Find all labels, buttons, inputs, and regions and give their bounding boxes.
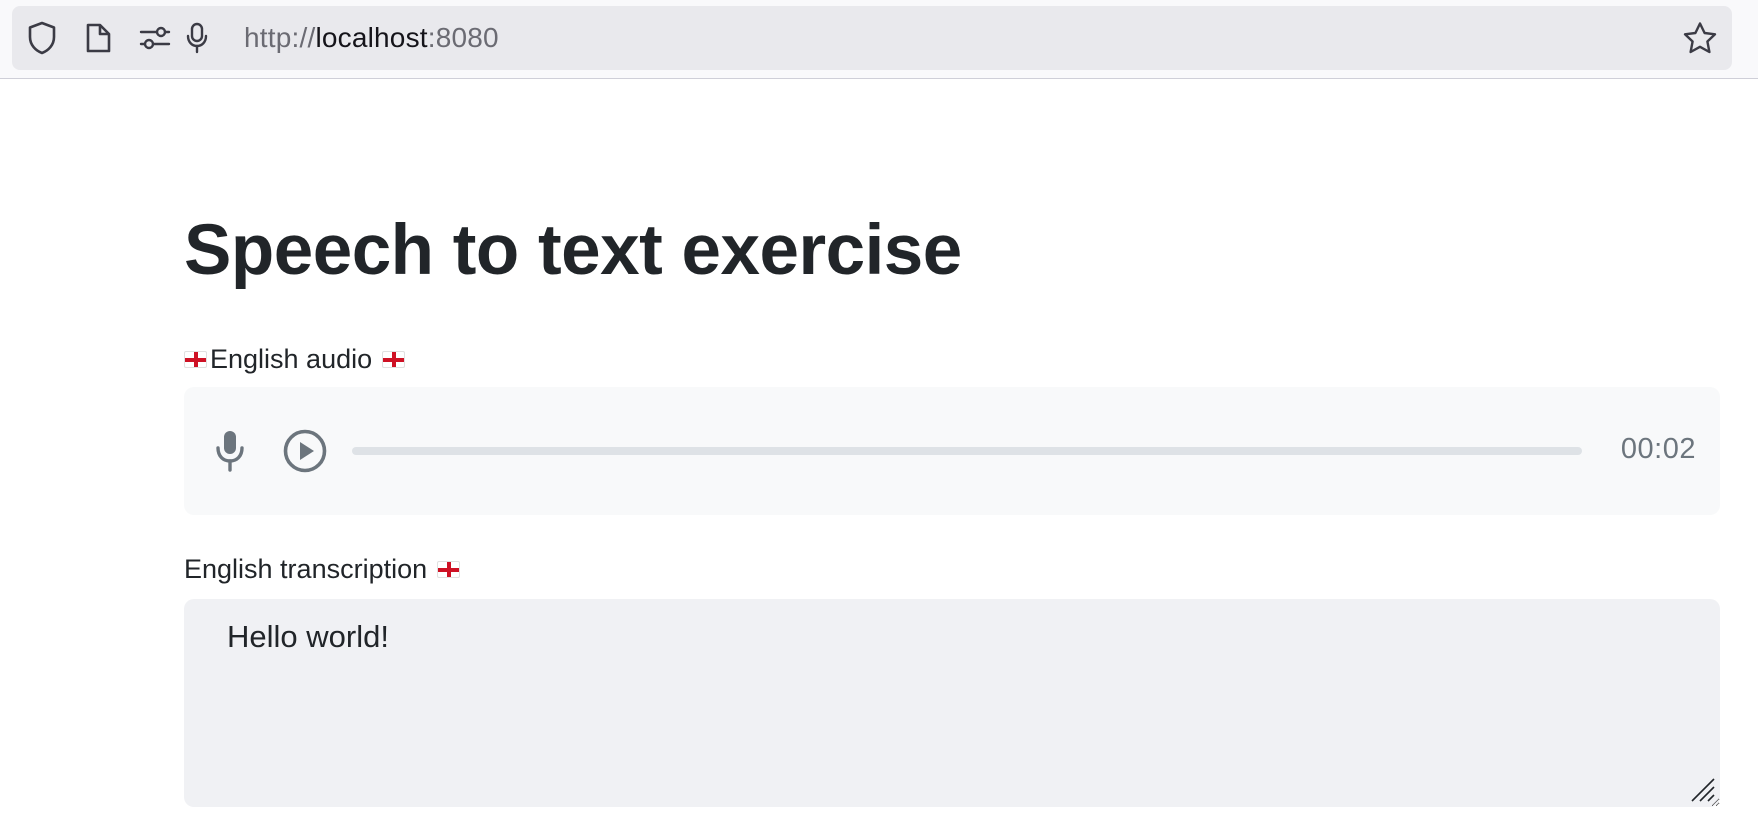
permissions-icon[interactable]	[139, 25, 171, 51]
transcription-label-text: English transcription	[184, 554, 428, 584]
transcription-section-label: English transcription	[184, 554, 461, 585]
audio-progress-bar[interactable]	[352, 447, 1582, 455]
page-icon[interactable]	[84, 22, 112, 54]
audio-player: 00:02	[184, 387, 1720, 515]
url-text[interactable]: http://localhost:8080	[244, 22, 499, 54]
url-scheme: http://	[244, 22, 316, 53]
bookmark-star-icon[interactable]	[1682, 21, 1718, 55]
page-title: Speech to text exercise	[184, 211, 962, 290]
england-flag-icon	[184, 351, 207, 368]
audio-label-text: English audio	[210, 344, 373, 374]
url-host: localhost	[315, 22, 428, 53]
shield-icon[interactable]	[26, 21, 58, 55]
audio-section-label: English audio	[184, 344, 406, 375]
microphone-icon	[216, 431, 244, 472]
microphone-icon[interactable]	[185, 22, 209, 54]
browser-toolbar: http://localhost:8080	[0, 0, 1758, 79]
england-flag-icon	[382, 351, 406, 368]
play-button[interactable]	[283, 429, 327, 473]
url-bar[interactable]: http://localhost:8080	[12, 6, 1732, 70]
transcription-textarea[interactable]	[184, 599, 1720, 807]
audio-time: 00:02	[1620, 433, 1696, 465]
play-icon	[283, 429, 327, 473]
england-flag-icon	[437, 561, 461, 578]
record-microphone-button[interactable]	[212, 429, 248, 473]
url-port: :8080	[427, 22, 499, 53]
